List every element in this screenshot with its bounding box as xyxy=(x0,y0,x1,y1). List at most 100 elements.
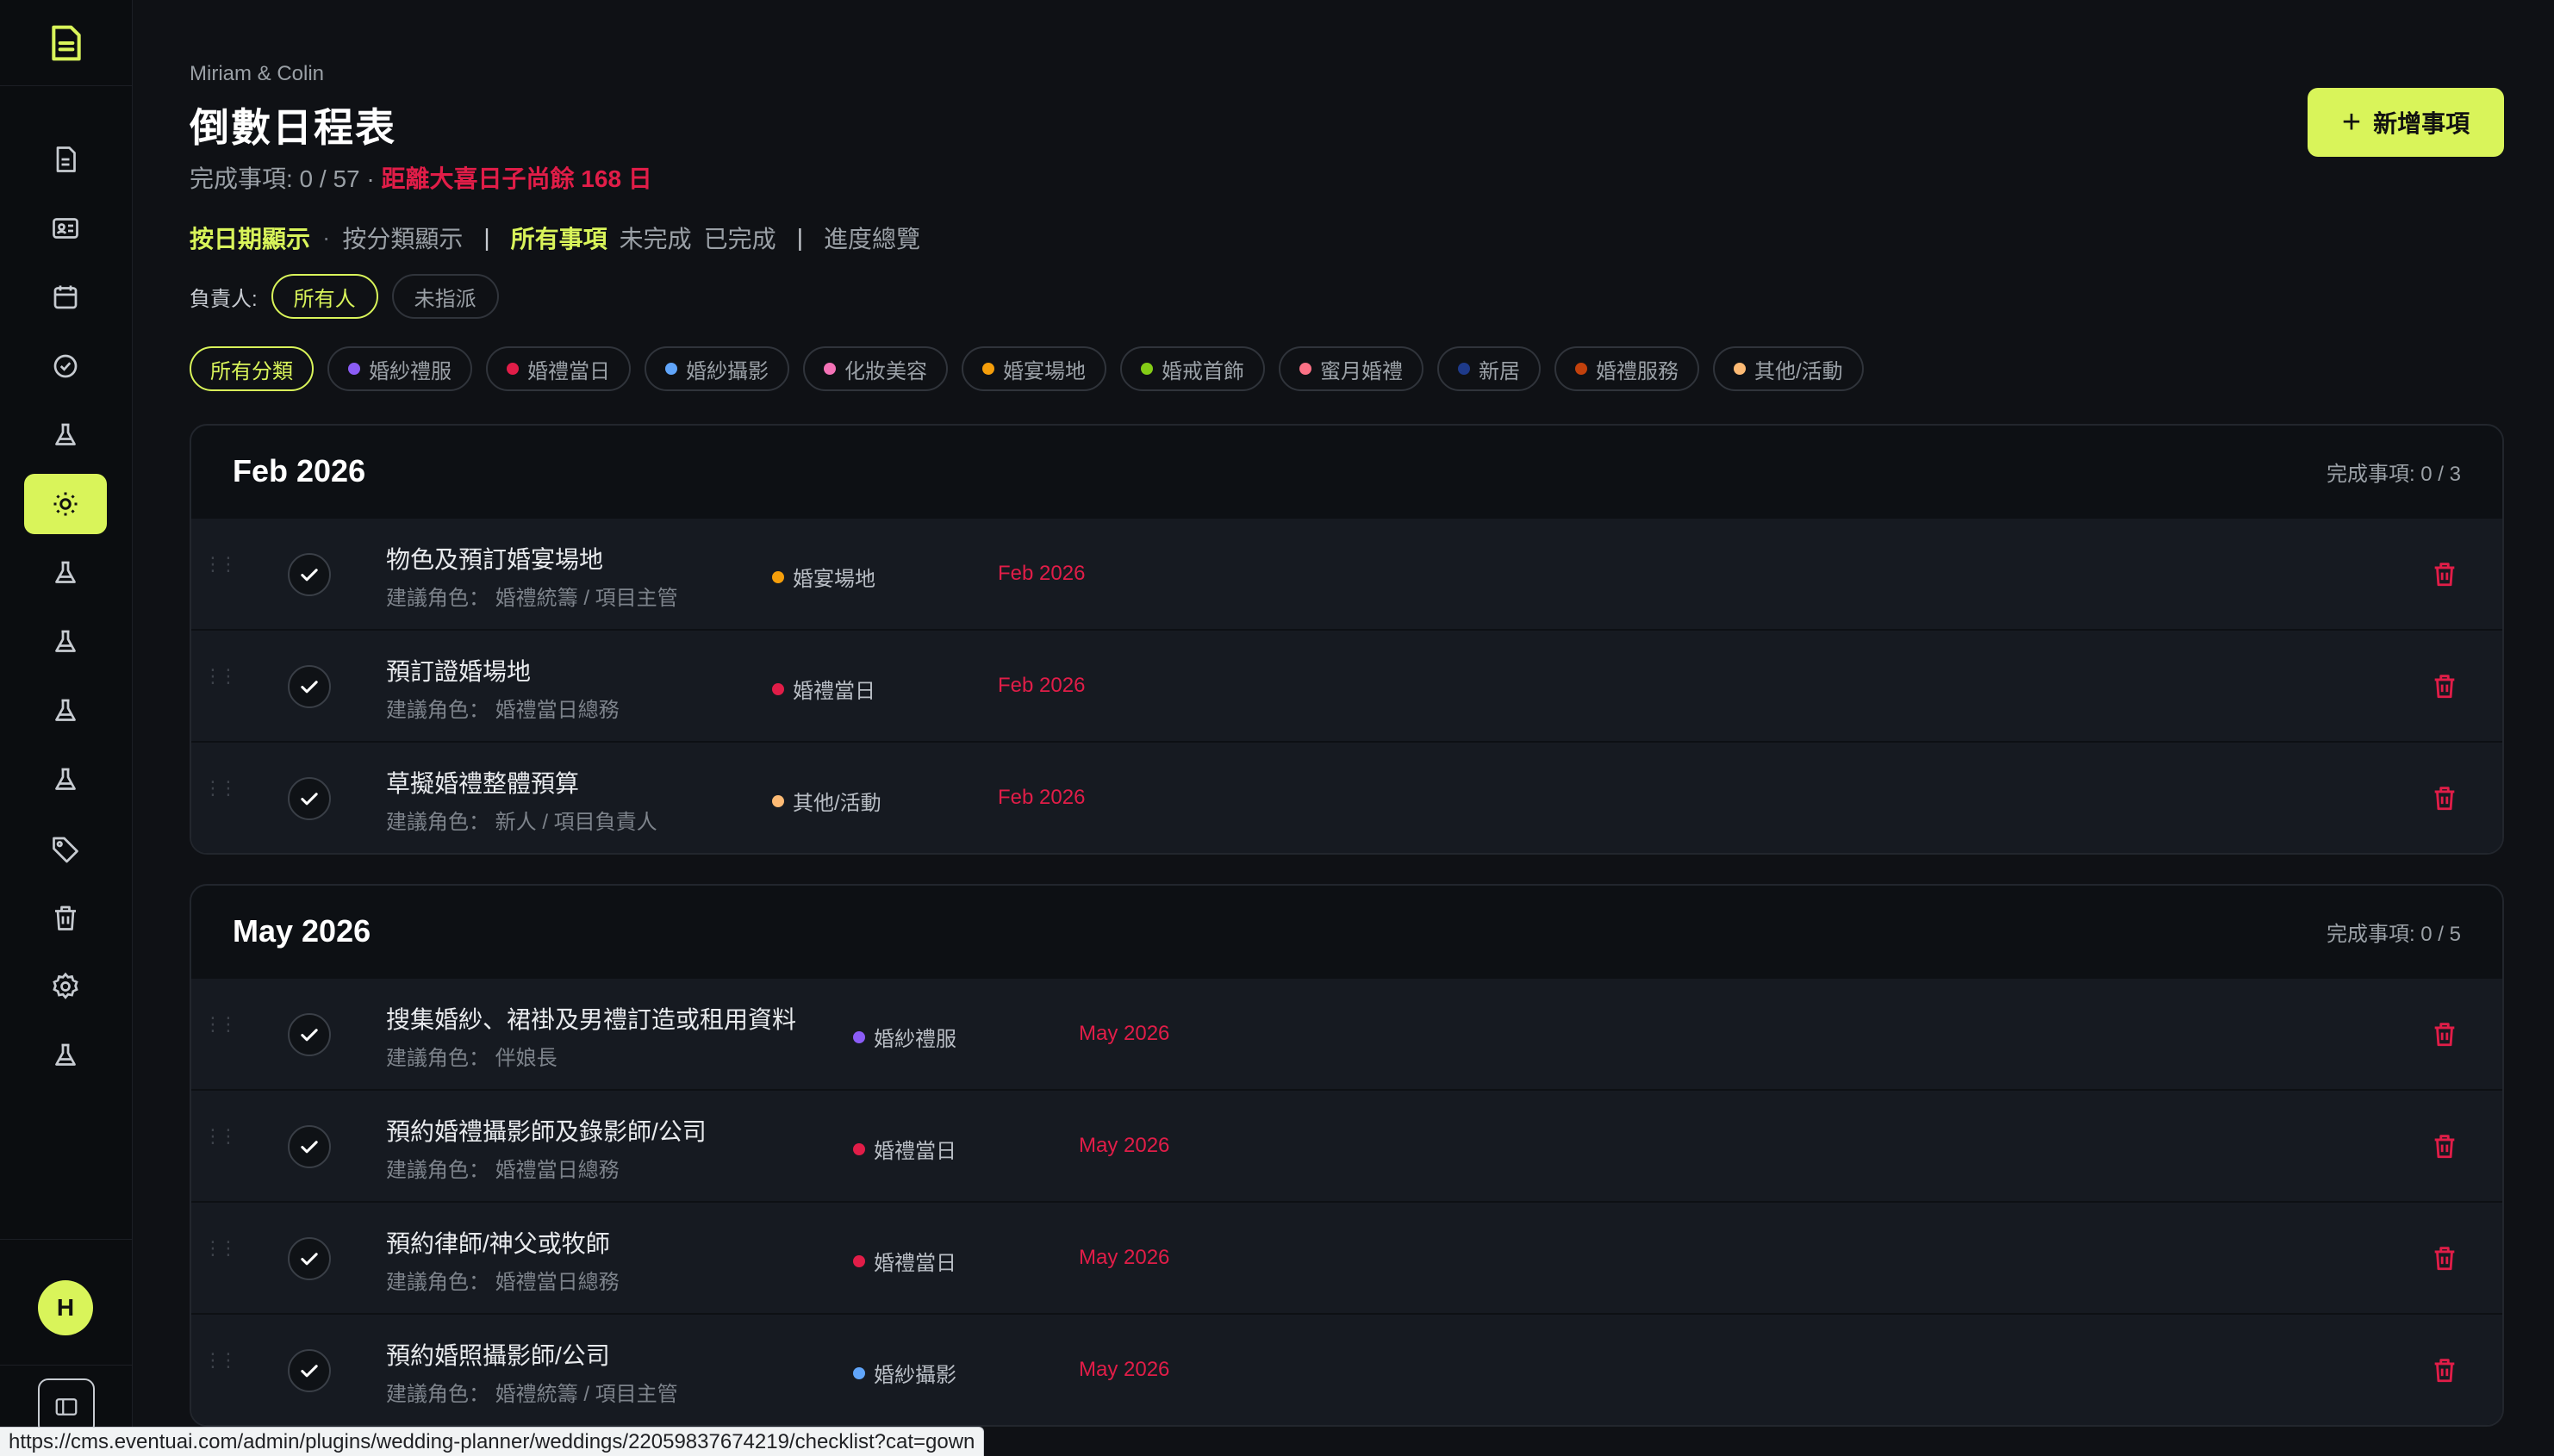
category-pill[interactable]: 婚戒首飾 xyxy=(1120,346,1265,391)
month-group: May 2026 完成事項: 0 / 5 ⋮⋮ 搜集婚紗、裙褂及男禮訂造或租用資料 建議… xyxy=(190,884,2504,1427)
task-category: 婚宴場地 xyxy=(772,562,875,592)
task-row[interactable]: ⋮⋮ 預約婚照攝影師/公司 建議角色： 婚禮統籌 / 項目主管 婚紗攝影 May 202… xyxy=(191,1313,2502,1425)
nav-flask-icon-4[interactable] xyxy=(24,681,107,741)
nav-flask-icon-3[interactable] xyxy=(24,612,107,672)
task-complete-checkbox[interactable] xyxy=(288,777,331,820)
task-category-label: 婚紗禮服 xyxy=(874,1028,956,1051)
nav-flask-icon-5[interactable] xyxy=(24,750,107,810)
category-pill[interactable]: 婚禮服務 xyxy=(1554,346,1699,391)
task-category-label: 婚禮當日 xyxy=(874,1140,956,1163)
task-complete-checkbox[interactable] xyxy=(288,553,331,596)
category-pill[interactable]: 新居 xyxy=(1437,346,1541,391)
checkmark-icon xyxy=(301,569,318,582)
view-separator: | xyxy=(483,224,490,251)
owner-unassigned-pill[interactable]: 未指派 xyxy=(391,274,499,319)
category-color-dot xyxy=(348,363,360,375)
task-row[interactable]: ⋮⋮ 預訂證婚場地 建議角色： 婚禮當日總務 婚禮當日 Feb 2026 xyxy=(191,629,2502,741)
category-all-pill[interactable]: 所有分類 xyxy=(190,346,314,391)
task-title[interactable]: 草擬婚禮整體預算 xyxy=(386,765,579,800)
nav-trash-icon[interactable] xyxy=(24,887,107,948)
category-pill[interactable]: 婚宴場地 xyxy=(962,346,1106,391)
month-progress-count: 完成事項: 0 / 3 xyxy=(2326,462,2461,486)
drag-handle-icon[interactable]: ⋮⋮ xyxy=(203,779,238,798)
task-complete-checkbox[interactable] xyxy=(288,1349,331,1392)
category-pill[interactable]: 化妝美容 xyxy=(803,346,948,391)
task-title[interactable]: 預約律師/神父或牧師 xyxy=(386,1225,610,1260)
nav-gear-icon[interactable] xyxy=(24,956,107,1017)
task-title[interactable]: 搜集婚紗、裙褂及男禮訂造或租用資料 xyxy=(386,1001,796,1036)
nav-flask-icon-2[interactable] xyxy=(24,543,107,603)
task-title[interactable]: 預約婚禮攝影師及錄影師/公司 xyxy=(386,1113,707,1148)
drag-handle-icon[interactable]: ⋮⋮ xyxy=(203,1127,238,1146)
task-row[interactable]: ⋮⋮ 物色及預訂婚宴場地 建議角色： 婚禮統籌 / 項目主管 婚宴場地 Feb 2026 xyxy=(191,517,2502,629)
category-pill[interactable]: 蜜月婚禮 xyxy=(1279,346,1423,391)
category-color-dot xyxy=(853,1030,865,1043)
drag-handle-icon[interactable]: ⋮⋮ xyxy=(203,555,238,574)
delete-task-trash-icon[interactable] xyxy=(2430,1354,2459,1385)
month-group-header: Feb 2026 完成事項: 0 / 3 xyxy=(191,426,2502,517)
drag-handle-icon[interactable]: ⋮⋮ xyxy=(203,1351,238,1370)
category-color-dot xyxy=(853,1254,865,1267)
task-complete-checkbox[interactable] xyxy=(288,1125,331,1168)
owner-all-pill[interactable]: 所有人 xyxy=(271,274,378,319)
category-pill[interactable]: 婚紗禮服 xyxy=(327,346,472,391)
progress-overview-link[interactable]: 進度總覽 xyxy=(824,221,920,255)
category-pill-label: 婚紗攝影 xyxy=(686,359,769,383)
task-complete-checkbox[interactable] xyxy=(288,1013,331,1056)
filter-completed-link[interactable]: 已完成 xyxy=(704,221,776,255)
add-item-button[interactable]: + 新增事項 xyxy=(2308,88,2504,157)
checkmark-icon xyxy=(301,1029,318,1042)
task-complete-checkbox[interactable] xyxy=(288,665,331,708)
nav-sun-icon[interactable] xyxy=(24,474,107,534)
delete-task-trash-icon[interactable] xyxy=(2430,1242,2459,1273)
month-progress-count: 完成事項: 0 / 5 xyxy=(2326,922,2461,946)
category-pill[interactable]: 婚禮當日 xyxy=(486,346,631,391)
category-color-dot xyxy=(824,363,836,375)
task-due-date: Feb 2026 xyxy=(998,786,1086,809)
task-complete-checkbox[interactable] xyxy=(288,1237,331,1280)
nav-flask-icon[interactable] xyxy=(24,405,107,465)
delete-task-trash-icon[interactable] xyxy=(2430,782,2459,813)
task-suggested-role: 建議角色： 婚禮統籌 / 項目主管 xyxy=(386,1383,678,1406)
task-title[interactable]: 預訂證婚場地 xyxy=(386,653,531,688)
delete-task-trash-icon[interactable] xyxy=(2430,1018,2459,1049)
task-title[interactable]: 預約婚照攝影師/公司 xyxy=(386,1337,610,1372)
drag-handle-icon[interactable]: ⋮⋮ xyxy=(203,1239,238,1258)
task-title[interactable]: 物色及預訂婚宴場地 xyxy=(386,541,603,576)
task-category-label: 婚宴場地 xyxy=(793,568,875,591)
sidebar-divider-2 xyxy=(0,1365,133,1366)
task-suggested-role: 建議角色： 婚禮當日總務 xyxy=(386,1271,620,1294)
task-row[interactable]: ⋮⋮ 草擬婚禮整體預算 建議角色： 新人 / 項目負責人 其他/活動 Feb 2026 xyxy=(191,741,2502,853)
delete-task-trash-icon[interactable] xyxy=(2430,1130,2459,1161)
user-avatar[interactable]: H xyxy=(38,1280,93,1335)
category-pill[interactable]: 其他/活動 xyxy=(1713,346,1864,391)
filter-all-items-link[interactable]: 所有事項 xyxy=(511,221,607,255)
filter-incomplete-link[interactable]: 未完成 xyxy=(620,221,692,255)
category-pill[interactable]: 婚紗攝影 xyxy=(645,346,789,391)
drag-handle-icon[interactable]: ⋮⋮ xyxy=(203,1015,238,1034)
plus-icon: + xyxy=(2341,104,2362,140)
task-suggested-role: 建議角色： 婚禮當日總務 xyxy=(386,1159,620,1182)
nav-document-icon[interactable] xyxy=(24,129,107,190)
task-row[interactable]: ⋮⋮ 搜集婚紗、裙褂及男禮訂造或租用資料 建議角色： 伴娘長 婚紗禮服 May 2026 xyxy=(191,977,2502,1089)
nav-contact-card-icon[interactable] xyxy=(24,198,107,258)
drag-handle-icon[interactable]: ⋮⋮ xyxy=(203,667,238,686)
nav-tag-icon[interactable] xyxy=(24,818,107,879)
task-row[interactable]: ⋮⋮ 預約律師/神父或牧師 建議角色： 婚禮當日總務 婚禮當日 May 2026 xyxy=(191,1201,2502,1313)
category-pill-label: 婚禮服務 xyxy=(1596,359,1679,383)
view-filter-bar: 按日期顯示 · 按分類顯示 | 所有事項 未完成 已完成 | 進度總覽 xyxy=(190,221,920,255)
nav-calendar-icon[interactable] xyxy=(24,267,107,327)
category-filter: 所有分類 婚紗禮服 婚禮當日 婚紗攝影 化妝美容 婚宴場地 婚戒首飾 蜜月婚禮 新居 婚禮服務 其他… xyxy=(190,346,1864,391)
task-row[interactable]: ⋮⋮ 預約婚禮攝影師及錄影師/公司 建議角色： 婚禮當日總務 婚禮當日 May 2026 xyxy=(191,1089,2502,1201)
view-by-date-link[interactable]: 按日期顯示 xyxy=(190,221,310,255)
nav-flask-icon-6[interactable] xyxy=(24,1025,107,1086)
delete-task-trash-icon[interactable] xyxy=(2430,670,2459,701)
task-category: 婚禮當日 xyxy=(853,1134,956,1164)
app-logo[interactable] xyxy=(0,0,133,86)
nav-check-circle-icon[interactable] xyxy=(24,336,107,396)
countdown-text: 距離大喜日子尚餘 168 日 xyxy=(381,165,652,192)
delete-task-trash-icon[interactable] xyxy=(2430,558,2459,589)
view-by-category-link[interactable]: 按分類顯示 xyxy=(342,221,463,255)
task-category-label: 婚禮當日 xyxy=(874,1252,956,1275)
category-pill-label: 婚戒首飾 xyxy=(1162,359,1244,383)
